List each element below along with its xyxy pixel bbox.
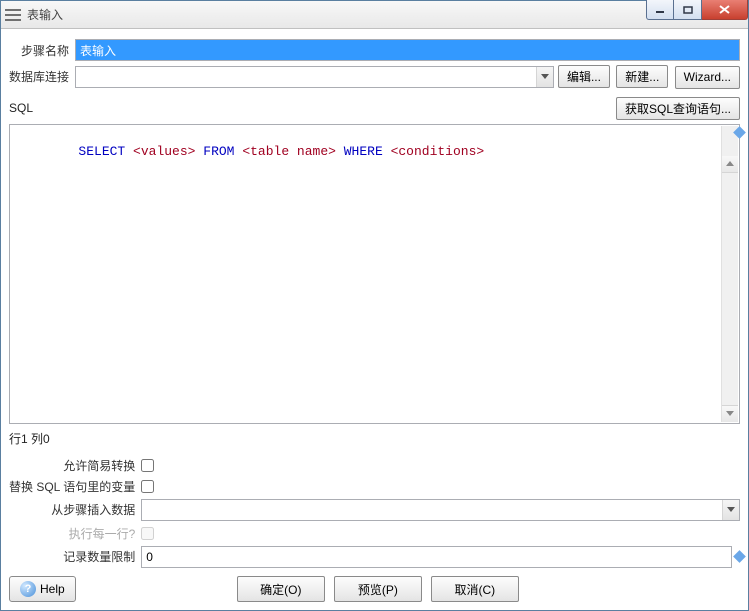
db-connection-value	[76, 67, 536, 87]
lazy-conv-label: 允许简易转换	[9, 457, 141, 474]
dialog-window: 表输入 步骤名称 数据库连接	[0, 0, 749, 611]
variable-indicator-icon	[733, 550, 746, 563]
titlebar[interactable]: 表输入	[1, 1, 748, 29]
exec-each-row-label: 执行每一行?	[9, 525, 141, 542]
db-connection-label: 数据库连接	[9, 65, 75, 89]
lazy-conv-checkbox[interactable]	[141, 459, 154, 472]
chevron-down-icon[interactable]	[536, 67, 553, 87]
get-sql-button[interactable]: 获取SQL查询语句...	[616, 97, 740, 120]
help-icon: ?	[20, 581, 36, 597]
limit-label: 记录数量限制	[9, 546, 141, 568]
exec-each-row-checkbox	[141, 527, 154, 540]
ok-button[interactable]: 确定(O)	[237, 576, 325, 602]
close-button[interactable]	[702, 0, 748, 20]
insert-from-value	[142, 500, 722, 520]
replace-vars-checkbox[interactable]	[141, 480, 154, 493]
cursor-position: 行1 列0	[9, 430, 740, 447]
preview-button[interactable]: 预览(P)	[334, 576, 422, 602]
sql-label: SQL	[9, 101, 33, 115]
insert-from-combo[interactable]	[141, 499, 740, 521]
help-label: Help	[40, 582, 65, 596]
cancel-button[interactable]: 取消(C)	[431, 576, 519, 602]
new-connection-button[interactable]: 新建...	[616, 65, 668, 88]
window-icon	[5, 9, 21, 21]
scroll-up-icon[interactable]	[722, 156, 738, 173]
dialog-content: 步骤名称 数据库连接 编辑... 新建... Wizard...	[1, 29, 748, 580]
sql-editor[interactable]: SELECT <values> FROM <table name> WHERE …	[9, 124, 740, 424]
step-name-input[interactable]	[75, 39, 740, 61]
top-form: 步骤名称 数据库连接 编辑... 新建... Wizard...	[9, 35, 740, 93]
window-title: 表输入	[27, 6, 63, 23]
help-button[interactable]: ? Help	[9, 576, 76, 602]
sql-scrollbar[interactable]	[721, 126, 738, 422]
scroll-down-icon[interactable]	[722, 405, 738, 422]
limit-input[interactable]	[141, 546, 732, 568]
minimize-button[interactable]	[646, 0, 674, 20]
step-name-label: 步骤名称	[9, 39, 75, 61]
chevron-down-icon[interactable]	[722, 500, 739, 520]
replace-vars-label: 替换 SQL 语句里的变量	[9, 478, 141, 495]
window-buttons	[646, 0, 748, 20]
maximize-button[interactable]	[674, 0, 702, 20]
footer-buttons: 确定(O) 预览(P) 取消(C)	[76, 576, 680, 602]
sql-editor-wrap: SELECT <values> FROM <table name> WHERE …	[9, 124, 740, 424]
wizard-button[interactable]: Wizard...	[675, 66, 740, 89]
dialog-footer: ? Help 确定(O) 预览(P) 取消(C)	[9, 576, 740, 602]
sql-header-row: SQL 获取SQL查询语句...	[9, 97, 740, 120]
insert-from-label: 从步骤插入数据	[9, 499, 141, 521]
bottom-form: 允许简易转换 替换 SQL 语句里的变量 从步骤插入数据 执行每一行?	[9, 453, 740, 572]
db-connection-combo[interactable]	[75, 66, 554, 88]
edit-connection-button[interactable]: 编辑...	[558, 65, 610, 88]
